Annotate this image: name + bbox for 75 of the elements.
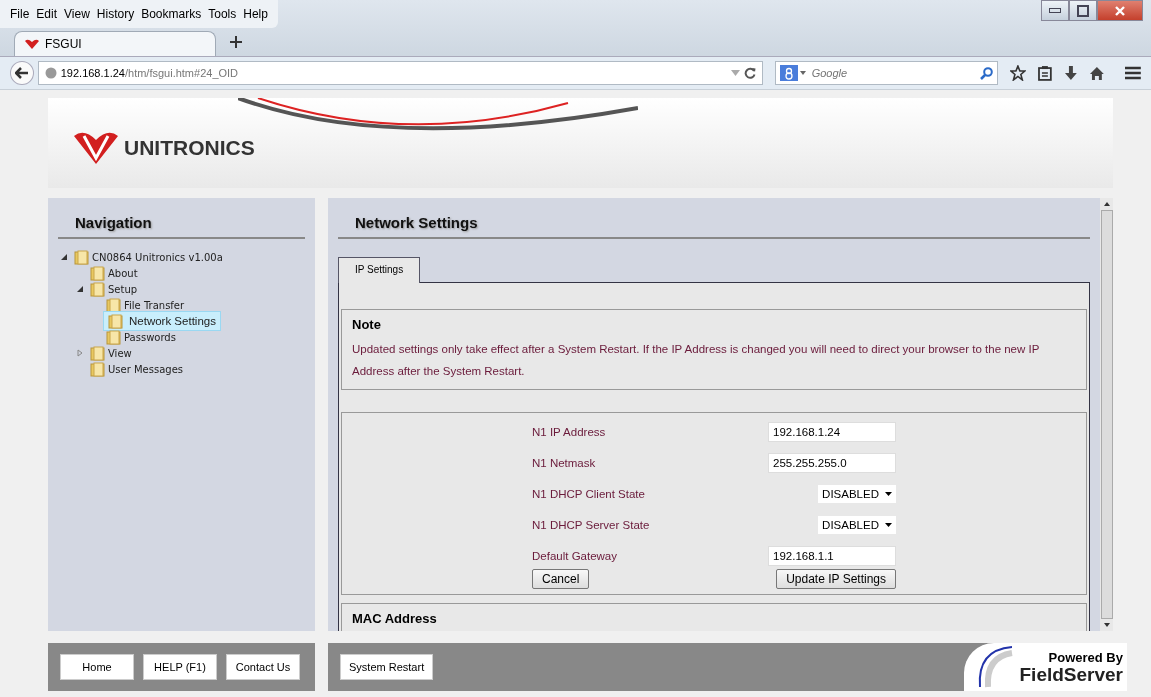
reload-icon[interactable] bbox=[743, 67, 756, 79]
footer-button[interactable]: Home bbox=[60, 654, 134, 680]
back-button[interactable] bbox=[10, 61, 34, 85]
download-icon[interactable] bbox=[1063, 65, 1078, 81]
footer-button[interactable]: System Restart bbox=[340, 654, 434, 680]
footer-button[interactable]: HELP (F1) bbox=[143, 654, 217, 680]
field-label: N1 DHCP Client State bbox=[532, 488, 645, 500]
plus-icon[interactable] bbox=[230, 36, 242, 48]
clipboard-icon[interactable] bbox=[1037, 65, 1052, 81]
menu-icon[interactable] bbox=[1125, 66, 1141, 80]
folder-icon bbox=[108, 313, 123, 329]
tree-item[interactable]: File Transfer bbox=[104, 297, 187, 313]
field-label: N1 Netmask bbox=[532, 457, 596, 469]
minimize-button[interactable] bbox=[1041, 0, 1069, 21]
input-field[interactable]: 255.255.255.0 bbox=[768, 453, 896, 473]
restore-button[interactable] bbox=[1069, 0, 1097, 21]
folder-icon bbox=[74, 249, 89, 265]
folder-icon bbox=[106, 329, 121, 345]
footer-button[interactable]: Contact Us bbox=[226, 654, 300, 680]
dropdown[interactable]: DISABLED bbox=[818, 516, 896, 534]
scroll-up-icon[interactable] bbox=[1103, 202, 1110, 206]
menu-item[interactable]: Tools bbox=[208, 7, 237, 28]
tree-item[interactable]: Setup bbox=[88, 281, 140, 297]
dropdown[interactable]: DISABLED bbox=[818, 485, 896, 503]
tree-item[interactable]: View bbox=[88, 345, 134, 361]
search-icon[interactable] bbox=[979, 66, 993, 80]
menu-item[interactable]: Bookmarks bbox=[141, 7, 202, 28]
favicon-icon bbox=[25, 39, 39, 49]
folder-icon bbox=[106, 297, 121, 313]
note-text: Updated settings only take effect after a System Restart. If the IP Address is changed you will need to direct your browser to the new IP Address after the System Restart. bbox=[352, 342, 1041, 379]
search-field[interactable]: Google bbox=[774, 61, 998, 85]
caret-icon[interactable] bbox=[885, 523, 892, 527]
tree-item[interactable]: Network Settings bbox=[104, 312, 220, 330]
menu-item[interactable]: File bbox=[10, 7, 30, 28]
menu-item[interactable]: View bbox=[64, 7, 90, 28]
field-label: N1 IP Address bbox=[532, 426, 606, 438]
menu-item[interactable]: Edit bbox=[36, 7, 58, 28]
tree-item[interactable]: About bbox=[88, 265, 140, 281]
star-icon[interactable] bbox=[1009, 65, 1026, 81]
menu-item[interactable]: Help bbox=[243, 7, 268, 28]
field-label: N1 DHCP Server State bbox=[532, 519, 650, 531]
page-title: Network Settings bbox=[338, 198, 1090, 239]
tree-item[interactable]: Passwords bbox=[104, 329, 178, 345]
scrollbar[interactable] bbox=[1100, 198, 1113, 631]
browser-tab[interactable]: FSGUI bbox=[14, 31, 216, 56]
folder-icon bbox=[90, 265, 105, 281]
search-engine-icon[interactable] bbox=[779, 65, 798, 81]
close-button[interactable] bbox=[1097, 0, 1143, 21]
collapse-toggle-icon[interactable] bbox=[76, 285, 84, 293]
field-label: Default Gateway bbox=[532, 550, 617, 562]
logo-text: UNITRONICS bbox=[124, 136, 255, 160]
tree-item[interactable]: User Messages bbox=[88, 361, 185, 377]
cancel-button[interactable]: Cancel bbox=[532, 569, 590, 589]
folder-icon bbox=[90, 281, 105, 297]
update-button[interactable]: Update IP Settings bbox=[776, 569, 896, 589]
folder-icon bbox=[90, 345, 105, 361]
tree-item[interactable]: CN0864 Unitronics v1.00a bbox=[72, 249, 225, 265]
address-bar[interactable]: 192.168.1.24/htm/fsgui.htm#24_OID bbox=[37, 61, 763, 85]
collapse-toggle-icon[interactable] bbox=[60, 253, 68, 261]
note-title: Note bbox=[352, 317, 382, 332]
tab[interactable]: IP Settings bbox=[338, 257, 421, 283]
panel-title: Navigation bbox=[58, 198, 305, 239]
section-title: MAC Address bbox=[352, 611, 437, 626]
powered-by-logo: Powered By FieldServer bbox=[963, 643, 1127, 691]
home-icon[interactable] bbox=[1089, 65, 1106, 81]
input-field[interactable]: 192.168.1.1 bbox=[768, 546, 896, 566]
back-arrow-icon[interactable] bbox=[14, 67, 29, 79]
close-icon[interactable] bbox=[1114, 5, 1126, 16]
input-field[interactable]: 192.168.1.24 bbox=[768, 422, 896, 442]
folder-icon bbox=[90, 361, 105, 377]
expand-toggle-icon[interactable] bbox=[76, 349, 84, 357]
caret-icon[interactable] bbox=[885, 492, 892, 496]
menu-item[interactable]: History bbox=[96, 7, 135, 28]
logo-icon bbox=[72, 130, 120, 166]
scroll-down-icon[interactable] bbox=[1103, 623, 1110, 627]
